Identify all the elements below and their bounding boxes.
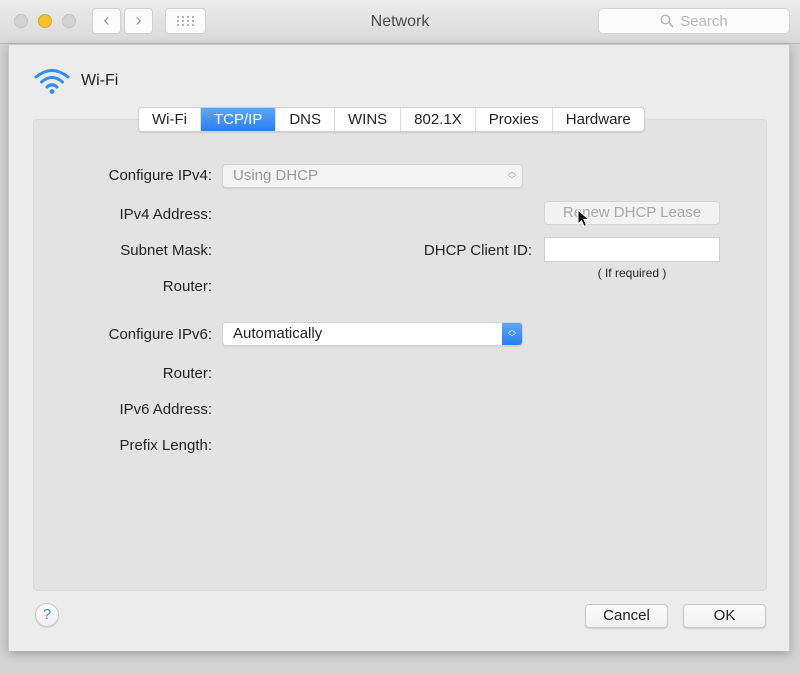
dhcp-client-id-input[interactable] <box>544 237 720 262</box>
configure-ipv6-value: Automatically <box>233 325 323 342</box>
configure-ipv6-select[interactable]: Automatically ︿ ﹀ <box>222 322 523 346</box>
configure-ipv6-label: Configure IPv6: <box>108 326 212 343</box>
question-mark-icon: ? <box>42 606 52 623</box>
ipv4-address-label: IPv4 Address: <box>119 206 212 223</box>
settings-panel <box>33 119 767 591</box>
updown-chevron-icon: ︿ ﹀ <box>508 167 516 184</box>
service-name: Wi-Fi <box>81 72 119 89</box>
tab-dns[interactable]: DNS <box>276 108 335 131</box>
updown-chevron-icon: ︿ ﹀ <box>502 323 522 345</box>
tab-tcpip[interactable]: TCP/IP <box>200 108 277 131</box>
ipv6-router-label: Router: <box>162 365 212 382</box>
ipv6-address-label: IPv6 Address: <box>119 401 212 418</box>
prefix-length-label: Prefix Length: <box>119 437 212 454</box>
wifi-icon <box>34 69 70 94</box>
tab-bar: Wi-Fi TCP/IP DNS WINS 802.1X Proxies Har… <box>138 107 645 132</box>
configure-ipv4-value: Using DHCP <box>233 167 319 184</box>
tab-hardware[interactable]: Hardware <box>553 108 644 131</box>
help-button[interactable]: ? <box>35 603 59 627</box>
search-placeholder: Search <box>680 12 728 30</box>
tcpip-sheet: Wi-Fi Wi-Fi TCP/IP DNS WINS 802.1X Proxi… <box>8 45 790 651</box>
service-header: Wi-Fi <box>33 67 118 95</box>
renew-dhcp-lease-button[interactable]: Renew DHCP Lease <box>544 201 720 225</box>
ok-button[interactable]: OK <box>683 604 766 628</box>
dhcp-client-id-label: DHCP Client ID: <box>423 242 532 259</box>
title-bar: ‹ › Network Search <box>0 0 800 44</box>
ipv4-router-label: Router: <box>162 278 212 295</box>
tab-proxies[interactable]: Proxies <box>476 108 553 131</box>
mouse-cursor-icon <box>577 209 591 228</box>
search-field[interactable]: Search <box>598 8 790 34</box>
tab-8021x[interactable]: 802.1X <box>401 108 476 131</box>
cancel-button[interactable]: Cancel <box>585 604 668 628</box>
client-id-hint: ( If required ) <box>597 266 667 280</box>
tab-wifi[interactable]: Wi-Fi <box>139 108 201 131</box>
configure-ipv4-select[interactable]: Using DHCP ︿ ﹀ <box>222 164 523 188</box>
search-icon <box>660 14 674 28</box>
configure-ipv4-label: Configure IPv4: <box>108 167 212 184</box>
subnet-mask-label: Subnet Mask: <box>120 242 212 259</box>
tab-wins[interactable]: WINS <box>335 108 402 131</box>
